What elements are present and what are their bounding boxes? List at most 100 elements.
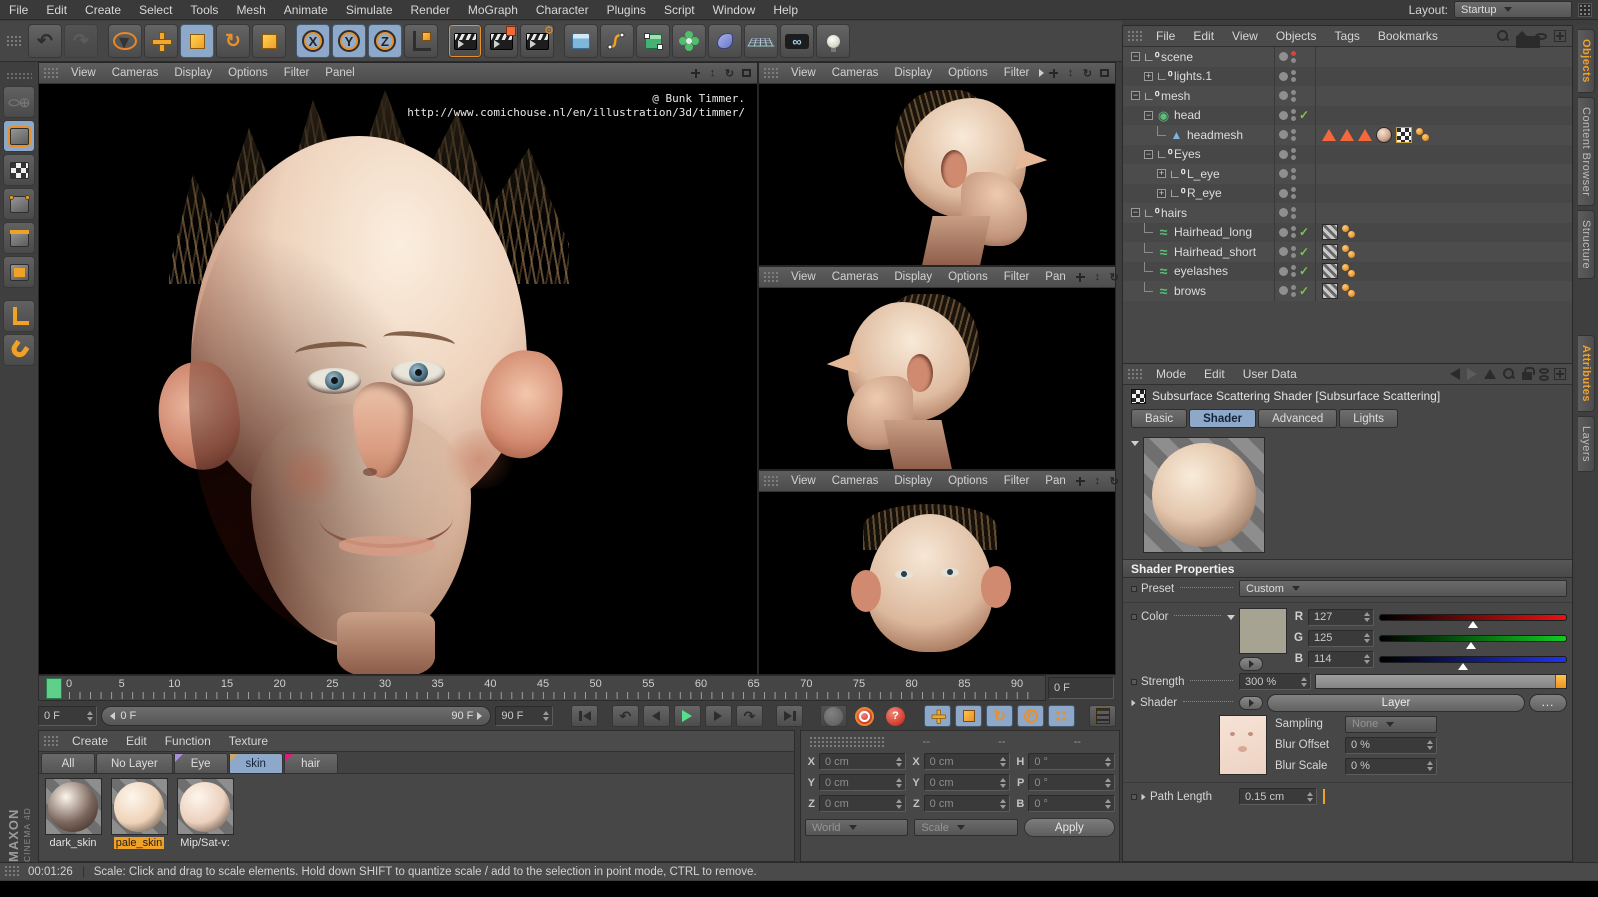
viewport-menu-item[interactable]: Pan [1037, 271, 1073, 283]
enabled-check-icon[interactable]: ✓ [1299, 108, 1309, 122]
pan-view-icon[interactable] [1074, 271, 1087, 284]
tree-row[interactable]: − ◉ head ✓ [1123, 105, 1572, 125]
rotate-tool-button[interactable]: ↻ [216, 24, 250, 58]
tri-tag[interactable] [1358, 128, 1372, 141]
viewport-menu-item[interactable]: Filter [996, 271, 1038, 283]
editor-visibility-dot[interactable] [1279, 169, 1288, 179]
layer-tab[interactable]: No Layer [96, 753, 173, 773]
viewport-canvas[interactable] [759, 84, 1115, 265]
material-item[interactable]: dark_skin [43, 778, 103, 849]
current-frame-field[interactable]: 0 F [1048, 677, 1114, 699]
goto-start-button[interactable] [571, 705, 599, 727]
lock-icon[interactable] [1522, 367, 1535, 380]
live-selection-button[interactable] [108, 24, 142, 58]
model-mode-button[interactable] [3, 120, 35, 152]
tex-tag[interactable] [1376, 126, 1392, 143]
zoom-view-icon[interactable]: ↕ [706, 67, 719, 80]
viewport-canvas[interactable]: @ Bunk Timmer. http://www.comichouse.nl/… [39, 84, 757, 674]
menu-item[interactable]: Select [130, 3, 181, 17]
current-frame-marker[interactable] [46, 678, 62, 699]
drag-handle[interactable] [1127, 29, 1143, 43]
menu-item[interactable]: Character [527, 3, 598, 17]
next-key-button[interactable]: ↷ [735, 705, 763, 727]
tree-row[interactable]: ≈ eyelashes ✓ [1123, 261, 1572, 281]
position-y-field[interactable]: 0 cm [819, 774, 906, 791]
viewport-menu-item[interactable]: Options [220, 67, 276, 79]
layer-tab[interactable]: skin [228, 753, 283, 773]
menu-item[interactable]: Render [402, 3, 459, 17]
viewport-menu-item[interactable]: Display [886, 67, 940, 79]
viewport-menu-item[interactable]: Filter [276, 67, 318, 79]
add-cube-button[interactable] [564, 24, 598, 58]
strength-field[interactable]: 300 % [1239, 673, 1311, 690]
expander-icon[interactable]: − [1144, 110, 1153, 120]
last-tool-button[interactable] [252, 24, 286, 58]
channel-slider[interactable] [1379, 634, 1567, 649]
panel-tab[interactable]: Layers [1578, 416, 1595, 473]
enabled-check-icon[interactable]: ✓ [1299, 225, 1309, 239]
expander-icon[interactable]: − [1144, 149, 1153, 159]
viewport-menu-item[interactable]: View [783, 475, 824, 487]
object-label[interactable]: R_eye [1187, 186, 1222, 200]
viewport-menu-item[interactable]: Cameras [104, 67, 167, 79]
render-visibility-dot[interactable] [1291, 148, 1296, 154]
visibility-dot[interactable] [1291, 174, 1296, 180]
editor-visibility-dot[interactable] [1279, 266, 1288, 276]
collapse-icon[interactable] [1141, 793, 1146, 800]
menu-item[interactable]: Plugins [598, 3, 655, 17]
shader-layer-button[interactable]: Layer [1267, 693, 1525, 712]
rotate-view-icon[interactable]: ↻ [1081, 67, 1094, 80]
attribute-tab[interactable]: Basic [1131, 409, 1188, 428]
render-visibility-dot[interactable] [1291, 109, 1296, 115]
menu-item[interactable]: Create [63, 734, 117, 748]
zoom-view-icon[interactable]: ↕ [1091, 475, 1104, 488]
dots-tag[interactable] [1342, 225, 1356, 239]
expander-icon[interactable]: + [1157, 188, 1166, 198]
material-thumbnail[interactable] [44, 778, 102, 835]
expander-icon[interactable]: − [1131, 91, 1140, 101]
axis-lock-button[interactable]: Z [368, 24, 402, 58]
enabled-check-icon[interactable]: ✓ [1299, 284, 1309, 298]
editor-visibility-dot[interactable] [1279, 286, 1288, 296]
rotation-p-field[interactable]: 0 ° [1028, 774, 1116, 791]
tri-tag[interactable] [1322, 128, 1336, 141]
editor-visibility-dot[interactable] [1279, 149, 1288, 159]
play-button[interactable] [673, 705, 701, 727]
drag-handle[interactable] [6, 72, 32, 80]
channel-value-field[interactable]: 114 [1308, 650, 1374, 668]
shader-preview[interactable] [1143, 437, 1265, 553]
channel-slider[interactable] [1379, 655, 1567, 670]
rotate-view-icon[interactable]: ↻ [723, 67, 736, 80]
editor-visibility-dot[interactable] [1279, 208, 1288, 218]
viewport-menu-item[interactable]: Filter [996, 475, 1038, 487]
viewport-menu-item[interactable]: Display [886, 271, 940, 283]
scale-tool-button[interactable] [180, 24, 214, 58]
menu-item[interactable]: Edit [1184, 29, 1223, 43]
object-label[interactable]: mesh [1161, 89, 1190, 103]
record-key-button[interactable] [819, 705, 847, 727]
object-label[interactable]: L_eye [1187, 167, 1220, 181]
search-icon[interactable] [1503, 368, 1515, 380]
render-picture-viewer-button[interactable] [484, 24, 518, 58]
menu-item[interactable]: Tags [1326, 29, 1369, 43]
tree-row[interactable]: ▲ headmesh [1123, 125, 1572, 145]
path-length-field[interactable]: 0.15 cm [1239, 788, 1317, 805]
enabled-check-icon[interactable]: ✓ [1299, 245, 1309, 259]
visibility-dot[interactable] [1291, 233, 1296, 239]
collapse-icon[interactable] [1131, 441, 1139, 446]
layer-shader-thumbnail[interactable] [1219, 715, 1267, 775]
viewport-canvas[interactable] [759, 288, 1115, 469]
add-floor-button[interactable] [744, 24, 778, 58]
tree-row[interactable]: − ∟⁰ hairs [1123, 203, 1572, 223]
key-checkbox[interactable] [1131, 793, 1137, 800]
end-frame-field[interactable]: 90 F [495, 706, 554, 726]
object-label[interactable]: Hairhead_long [1174, 225, 1252, 239]
rotate-view-icon[interactable]: ↻ [1108, 475, 1121, 488]
stripe-tag[interactable] [1322, 243, 1338, 260]
history-forward-icon[interactable] [1467, 368, 1477, 380]
tree-row[interactable]: − ∟⁰ Eyes [1123, 144, 1572, 164]
stepper-icon[interactable] [539, 711, 549, 721]
drag-handle[interactable] [1127, 367, 1143, 381]
drag-handle[interactable] [809, 735, 885, 749]
position-x-field[interactable]: 0 cm [819, 753, 906, 770]
